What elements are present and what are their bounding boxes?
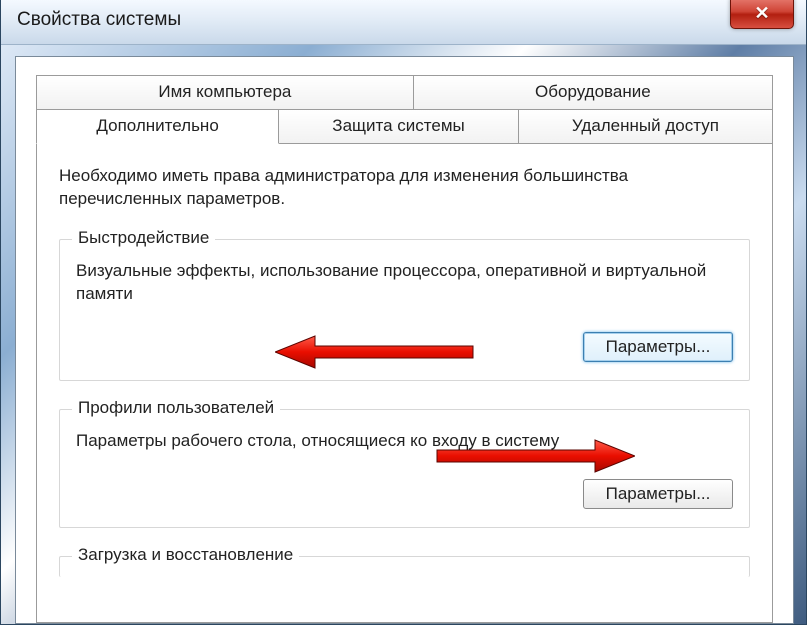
close-icon: ✕: [754, 4, 769, 22]
window-frame: Свойства системы ✕ Имя компьютера Оборуд…: [0, 0, 807, 625]
group-performance-legend: Быстродействие: [72, 228, 215, 248]
tab-row-2: Дополнительно Защита системы Удаленный д…: [36, 109, 773, 144]
tab-system-protection[interactable]: Защита системы: [279, 109, 519, 144]
tab-row-1: Имя компьютера Оборудование: [36, 75, 773, 110]
titlebar: Свойства системы ✕: [1, 0, 806, 45]
group-performance-desc: Визуальные эффекты, использование процес…: [76, 260, 733, 306]
group-user-profiles: Профили пользователей Параметры рабочего…: [59, 409, 750, 528]
tab-advanced[interactable]: Дополнительно: [36, 109, 279, 144]
window-title: Свойства системы: [17, 9, 181, 31]
tab-computer-name[interactable]: Имя компьютера: [36, 75, 414, 110]
performance-settings-button[interactable]: Параметры...: [583, 332, 733, 362]
group-user-profiles-desc: Параметры рабочего стола, относящиеся ко…: [76, 430, 733, 453]
group-startup-recovery: Загрузка и восстановление: [59, 556, 750, 577]
group-user-profiles-legend: Профили пользователей: [72, 398, 280, 418]
client-area: Имя компьютера Оборудование Дополнительн…: [15, 56, 794, 624]
group-startup-recovery-legend: Загрузка и восстановление: [72, 545, 299, 565]
tab-panel-advanced: Необходимо иметь права администратора дл…: [36, 143, 773, 623]
tab-hardware[interactable]: Оборудование: [414, 75, 773, 110]
tab-remote[interactable]: Удаленный доступ: [519, 109, 773, 144]
group-performance: Быстродействие Визуальные эффекты, испол…: [59, 239, 750, 381]
user-profiles-settings-button[interactable]: Параметры...: [583, 479, 733, 509]
close-button[interactable]: ✕: [730, 0, 794, 29]
admin-rights-note: Необходимо иметь права администратора дл…: [59, 165, 750, 211]
